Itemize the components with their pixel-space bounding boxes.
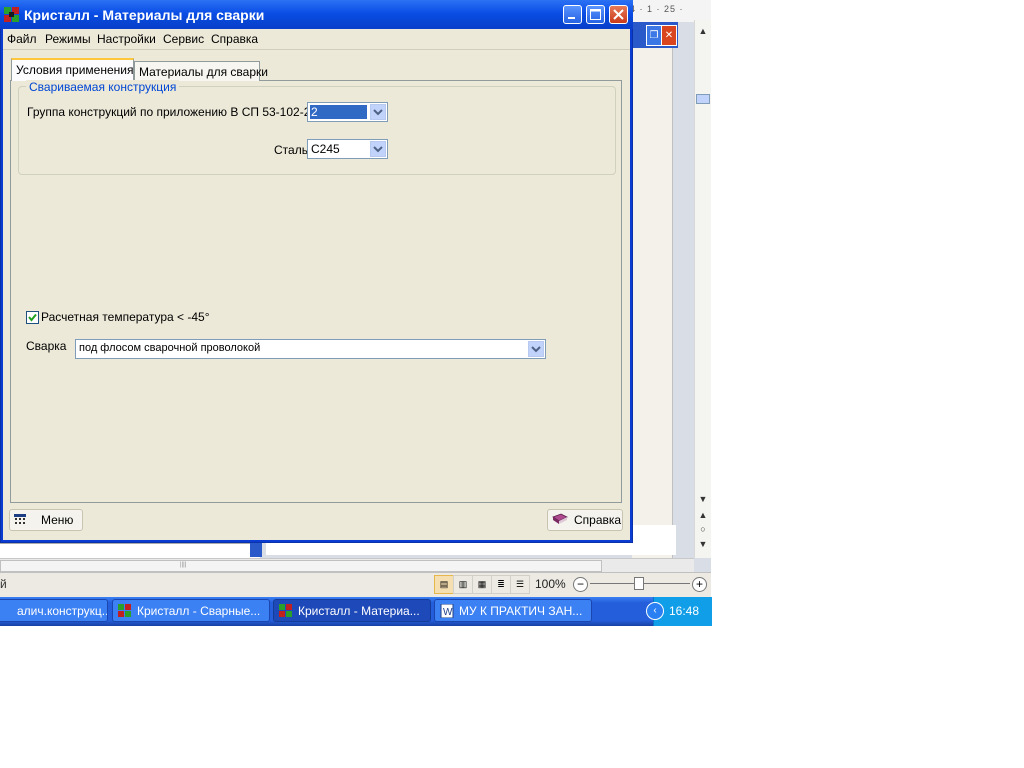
temperature-checkbox[interactable] — [26, 311, 39, 324]
dropdown-arrow-icon[interactable] — [528, 341, 544, 357]
steel-value: С245 — [311, 142, 340, 156]
menu-button-label: Меню — [41, 513, 74, 527]
background-ruler: 4 · 1 · 25 · — [630, 4, 684, 14]
taskbar-item-2[interactable]: Кристалл - Сварные... — [112, 599, 270, 622]
minimize-icon — [568, 17, 575, 19]
zoom-in-icon[interactable]: + — [692, 577, 707, 592]
window-title: Кристалл - Материалы для сварки — [24, 7, 265, 23]
close-button[interactable] — [609, 5, 628, 24]
background-restore-button[interactable]: ❐ — [646, 25, 662, 46]
taskbar-item-label: МУ К ПРАКТИЧ ЗАН... — [459, 604, 583, 618]
taskbar-item-label: Кристалл - Материа... — [298, 604, 420, 618]
welded-structure-group — [18, 86, 616, 175]
construction-group-select[interactable]: 2 — [307, 102, 388, 122]
maximize-button[interactable] — [586, 5, 605, 24]
taskbar-item-label: Кристалл - Сварные... — [137, 604, 261, 618]
reading-view-icon[interactable]: ▥ — [453, 575, 473, 594]
welding-label: Сварка — [26, 339, 67, 353]
maximize-icon — [590, 9, 601, 20]
group-legend: Свариваемая конструкция — [26, 80, 180, 94]
zoom-level[interactable]: 100% — [535, 577, 566, 591]
status-text: й — [0, 577, 7, 591]
menu-settings[interactable]: Настройки — [97, 32, 156, 46]
scroll-up-arrow-icon[interactable]: ▲ — [695, 24, 711, 38]
taskbar-item-label: алич.конструкц... — [17, 604, 108, 618]
zoom-slider-thumb[interactable] — [634, 577, 644, 590]
next-page-icon[interactable]: ▼ — [695, 537, 711, 551]
background-word-caption-buttons: ❐ ✕ — [632, 22, 678, 48]
menu-modes[interactable]: Режимы — [45, 32, 91, 46]
word-document-icon: W — [440, 604, 454, 618]
steel-select[interactable]: С245 — [307, 139, 388, 159]
draft-view-icon[interactable]: ☰ — [510, 575, 530, 594]
dropdown-arrow-icon[interactable] — [370, 141, 386, 157]
menu-service[interactable]: Сервис — [163, 32, 204, 46]
construction-group-value: 2 — [310, 105, 367, 119]
checkmark-icon — [28, 313, 37, 322]
horizontal-scroll-thumb[interactable] — [0, 560, 602, 572]
help-book-icon — [552, 513, 568, 524]
web-layout-view-icon[interactable]: ▦ — [472, 575, 492, 594]
menu-file[interactable]: Файл — [7, 32, 37, 46]
background-document-area — [632, 48, 673, 558]
temperature-label[interactable]: Расчетная температура < -45° — [41, 310, 210, 324]
zoom-out-icon[interactable]: − — [573, 577, 588, 592]
scroll-down-arrow-icon[interactable]: ▼ — [695, 492, 711, 506]
taskbar-item-1[interactable]: алич.конструкц... — [0, 599, 108, 622]
welding-type-select[interactable]: под флосом сварочной проволокой — [75, 339, 546, 359]
background-left-pane-edge — [250, 543, 262, 557]
tab-welding-materials[interactable]: Материалы для сварки — [134, 61, 268, 81]
close-icon — [613, 9, 624, 20]
dropdown-arrow-icon[interactable] — [370, 104, 386, 120]
clock: 16:48 — [669, 604, 700, 618]
steel-label: Сталь — [274, 143, 308, 157]
previous-page-icon[interactable]: ▲ — [695, 508, 711, 522]
view-buttons: ▤ ▥ ▦ ≣ ☰ — [434, 575, 530, 594]
svg-text:W: W — [443, 607, 453, 618]
outline-view-icon[interactable]: ≣ — [491, 575, 511, 594]
print-layout-view-icon[interactable]: ▤ — [434, 575, 454, 594]
word-status-bar — [0, 572, 711, 597]
calculator-grid-icon — [14, 514, 26, 524]
minimize-button[interactable] — [563, 5, 582, 24]
app-icon — [0, 604, 12, 618]
construction-group-label: Группа конструкций по приложению В СП 53… — [27, 105, 331, 119]
help-button-label: Справка — [574, 513, 622, 527]
background-left-pane — [0, 543, 260, 558]
taskbar-item-4[interactable]: W МУ К ПРАКТИЧ ЗАН... — [434, 599, 592, 622]
kristall-app-icon — [4, 7, 19, 22]
menu-button[interactable]: Меню — [9, 509, 83, 531]
welding-type-value: под флосом сварочной проволокой — [79, 342, 261, 354]
help-button[interactable]: Справка — [547, 509, 623, 531]
vertical-scroll-thumb[interactable] — [696, 94, 710, 104]
kristall-app-icon — [118, 604, 131, 617]
taskbar-item-3[interactable]: Кристалл - Материа... — [273, 599, 431, 622]
kristall-app-icon — [279, 604, 292, 617]
show-hidden-icons-chevron-icon[interactable]: ‹ — [646, 602, 664, 620]
scroll-grip-icon: |||| — [180, 562, 187, 568]
background-close-button[interactable]: ✕ — [661, 25, 677, 46]
menu-help[interactable]: Справка — [211, 32, 258, 46]
browse-object-icon[interactable]: ○ — [695, 522, 711, 536]
taskbar: алич.конструкц... Кристалл - Сварные... … — [0, 597, 711, 626]
menu-bar: Файл Режимы Настройки Сервис Справка — [3, 29, 630, 50]
tab-usage-conditions[interactable]: Условия применения — [11, 58, 134, 81]
